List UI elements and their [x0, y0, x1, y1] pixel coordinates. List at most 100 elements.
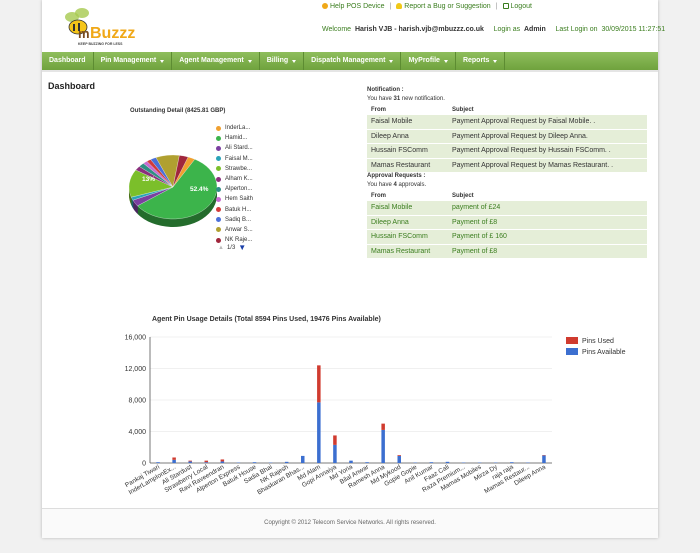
- report-bug-link[interactable]: Report a Bug or Suggestion: [396, 3, 491, 10]
- legend-item[interactable]: Batuk H...: [216, 205, 253, 215]
- legend-label: Faisal M...: [225, 155, 253, 162]
- bar-pins-available[interactable]: [220, 461, 225, 463]
- bar-pins-available[interactable]: [188, 461, 192, 463]
- legend-item[interactable]: Alperton...: [216, 184, 253, 194]
- pie-label: 13%: [142, 176, 155, 183]
- y-tick-label: 4,000: [128, 429, 146, 436]
- bar-pins-available[interactable]: [397, 455, 401, 463]
- bar-pins-available[interactable]: [204, 462, 209, 463]
- bar-pins-used[interactable]: [317, 365, 321, 403]
- chevron-down-icon: [443, 59, 448, 63]
- legend-swatch: [566, 337, 578, 344]
- bar-pins-available[interactable]: [445, 461, 450, 463]
- approval-header: From Subject: [371, 193, 474, 199]
- legend-item[interactable]: Anwar S...: [216, 225, 253, 235]
- nav-agent-management[interactable]: Agent Management: [172, 52, 260, 70]
- bar-pins-available[interactable]: [349, 460, 353, 463]
- bar-pins-used[interactable]: [220, 459, 225, 462]
- legend-swatch: [216, 207, 221, 213]
- bar-pins-available[interactable]: [172, 459, 176, 463]
- nav-dispatch-management[interactable]: Dispatch Management: [304, 52, 402, 70]
- pager-down-icon[interactable]: ▼: [238, 243, 246, 252]
- bar-pins-available[interactable]: [542, 455, 546, 463]
- legend-label: Ali Stard...: [225, 145, 253, 152]
- table-row[interactable]: Mamas Restaurant Payment of £8: [367, 244, 647, 259]
- logout-icon: [502, 3, 509, 9]
- help-pos-link[interactable]: Help POS Device: [322, 3, 384, 10]
- legend-item[interactable]: Ali Stard...: [216, 143, 253, 153]
- bar-pins-used[interactable]: [333, 435, 337, 445]
- nav-divider: [42, 70, 658, 72]
- logout-link[interactable]: Logout: [502, 3, 532, 10]
- nav-pin-management[interactable]: Pin Management: [94, 52, 173, 70]
- subject-cell: Payment Approval Request by Hussain FSCo…: [452, 147, 611, 155]
- legend-swatch: [216, 166, 221, 172]
- legend-item[interactable]: Sadiq B...: [216, 215, 253, 225]
- chevron-down-icon: [247, 59, 252, 63]
- table-row[interactable]: Hussain FSComm Payment of £ 160: [367, 230, 647, 245]
- bar-pins-available[interactable]: [333, 444, 337, 463]
- bulb-icon: [396, 3, 403, 9]
- legend-item[interactable]: Hem Saith: [216, 194, 253, 204]
- table-row[interactable]: Dileep Anna Payment of £8: [367, 215, 647, 230]
- notification-panel: Notification : You have 31 new notificat…: [367, 87, 647, 173]
- bar-pins-available[interactable]: [252, 462, 257, 463]
- from-cell: Hussain FSComm: [371, 233, 428, 241]
- from-cell: Dileep Anna: [371, 132, 409, 140]
- nav-reports[interactable]: Reports: [456, 52, 506, 70]
- bar-pins-available[interactable]: [365, 462, 369, 463]
- logo-m: m: [78, 26, 90, 41]
- notification-subtitle: You have 31 new notification.: [367, 96, 445, 102]
- subject-cell: Payment Approval Request by Dileep Anna.: [452, 132, 588, 140]
- legend-label: Strawbe...: [225, 165, 253, 172]
- copyright-text: Copyright © 2012 Telecom Service Network…: [264, 520, 436, 526]
- bar-pins-used[interactable]: [204, 460, 209, 463]
- legend-item[interactable]: Strawbe...: [216, 164, 253, 174]
- bar-pins-used[interactable]: [188, 460, 192, 462]
- legend-item[interactable]: InderLa...: [216, 123, 253, 133]
- bar-pins-available[interactable]: [301, 455, 305, 463]
- bar-pins-available[interactable]: [381, 429, 385, 463]
- bar-pins-available[interactable]: [317, 402, 321, 463]
- table-row[interactable]: Hussain FSComm Payment Approval Request b…: [367, 144, 647, 159]
- legend-swatch: [216, 237, 221, 243]
- table-row[interactable]: Mamas Restaurant Payment Approval Request…: [367, 158, 647, 173]
- last-login-time: 30/09/2015 11:27:51: [601, 26, 666, 33]
- bar-pins-available[interactable]: [510, 462, 514, 463]
- nav-label: MyProfile: [408, 57, 440, 64]
- legend-label: Sadiq B...: [225, 216, 252, 223]
- legend-pager: ▲ 1/3 ▼: [218, 243, 246, 252]
- legend-label: Pins Used: [582, 338, 614, 345]
- svg-text:Buzzz: Buzzz: [90, 25, 135, 42]
- legend-swatch: [216, 145, 221, 151]
- legend-swatch: [216, 125, 221, 131]
- bar-pins-available[interactable]: [429, 462, 434, 463]
- bar-pins-used[interactable]: [381, 423, 385, 430]
- legend-label: Alham K...: [225, 176, 253, 183]
- legend-item[interactable]: Faisal M...: [216, 154, 253, 164]
- outstanding-pie-chart: 52.4% 13%: [128, 154, 218, 227]
- table-row[interactable]: Faisal Mobile payment of £24: [367, 201, 647, 216]
- nav-billing[interactable]: Billing: [260, 52, 305, 70]
- y-tick-label: 0: [142, 461, 146, 468]
- table-row[interactable]: Faisal Mobile Payment Approval Request by…: [367, 115, 647, 130]
- bar-pins-used[interactable]: [397, 455, 401, 456]
- chevron-down-icon: [160, 59, 165, 63]
- nav-dashboard[interactable]: Dashboard: [42, 52, 94, 70]
- question-icon: [322, 3, 328, 9]
- legend-item[interactable]: Hamid...: [216, 133, 253, 143]
- legend-item[interactable]: Alham K...: [216, 174, 253, 184]
- mbuzzz-logo[interactable]: m Buzzz KEEP BUZZING FOR LESS: [58, 3, 148, 47]
- subject-cell: payment of £24: [452, 204, 501, 212]
- legend-swatch: [216, 217, 221, 223]
- nav-myprofile[interactable]: MyProfile: [401, 52, 456, 70]
- pager-up-icon[interactable]: ▲: [218, 245, 224, 251]
- outstanding-chart-title: Outstanding Detail (8425.81 GBP): [130, 108, 226, 114]
- bar-pins-available[interactable]: [156, 462, 160, 463]
- notification-header: From Subject: [371, 107, 474, 113]
- table-row[interactable]: Dileep Anna Payment Approval Request by D…: [367, 129, 647, 144]
- bar-pins-available[interactable]: [284, 461, 289, 463]
- pin-usage-chart-title: Agent Pin Usage Details (Total 8594 Pins…: [152, 316, 381, 323]
- bar-pins-used[interactable]: [172, 457, 176, 460]
- legend-swatch: [216, 227, 221, 233]
